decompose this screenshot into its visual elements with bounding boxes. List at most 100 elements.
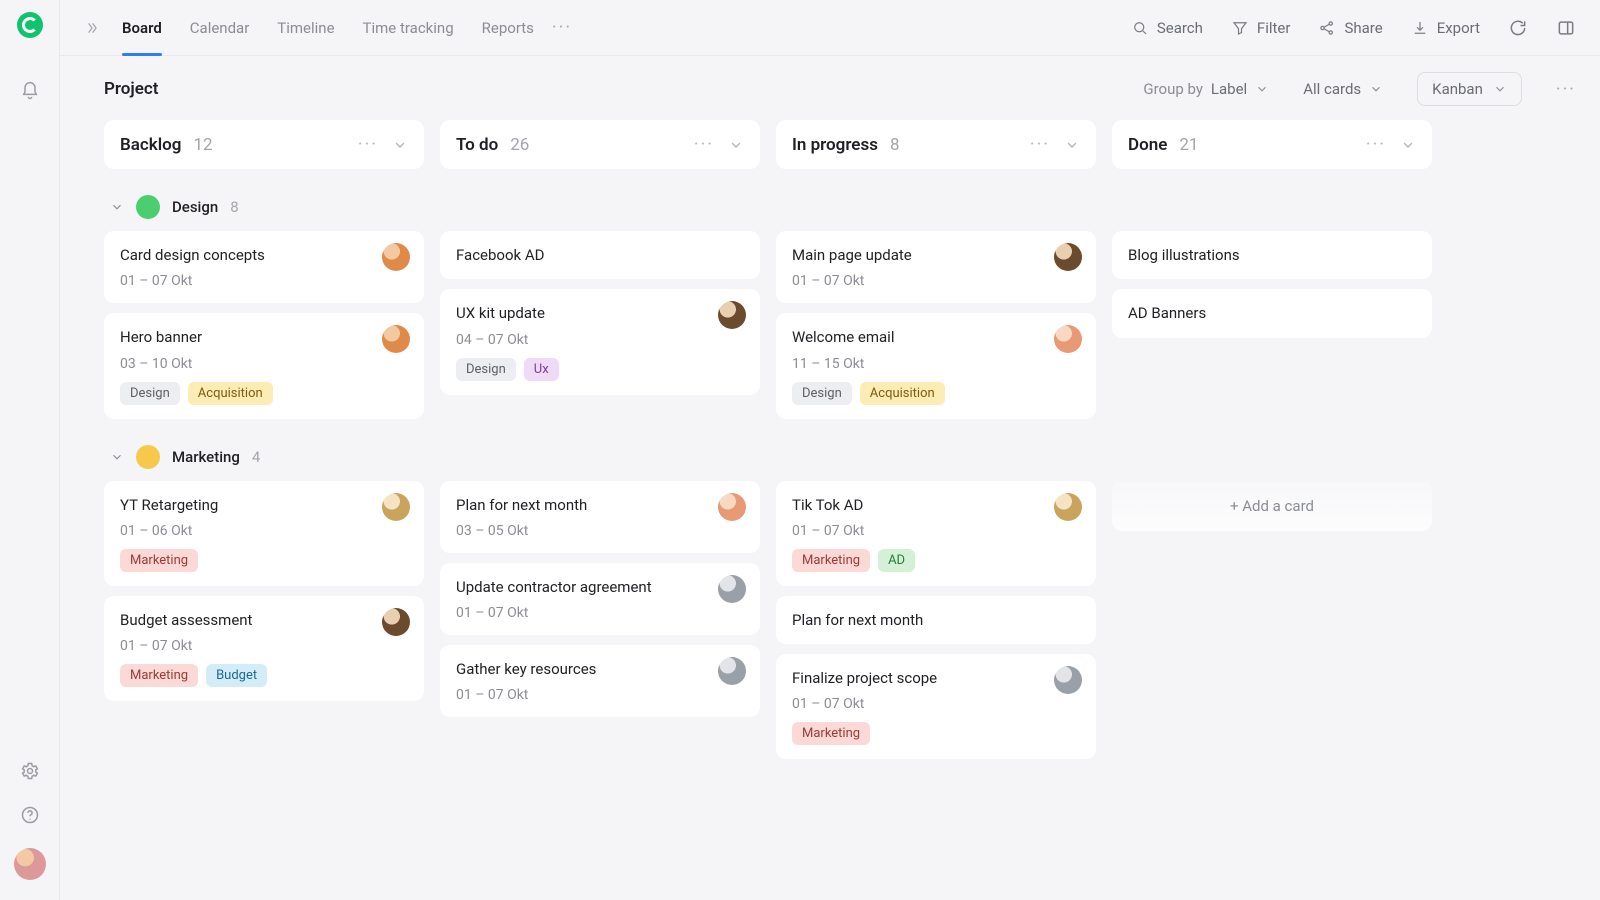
nav-tab-time-tracking[interactable]: Time tracking xyxy=(363,0,454,55)
nav-tab-board[interactable]: Board xyxy=(122,0,162,55)
column-more-icon[interactable]: ··· xyxy=(694,134,714,155)
current-user-avatar[interactable] xyxy=(14,848,46,880)
nav-tabs: Board Calendar Timeline Time tracking Report… xyxy=(122,0,534,55)
kanban-card[interactable]: Budget assessment01 – 07 OktMarketingBud… xyxy=(104,596,424,701)
assignee-avatar[interactable] xyxy=(1054,325,1082,353)
card-tags: MarketingAD xyxy=(792,549,1080,572)
filter-button[interactable]: Filter xyxy=(1231,19,1291,37)
help-icon[interactable] xyxy=(19,804,41,826)
chevron-down-icon[interactable] xyxy=(1400,137,1416,153)
nav-tab-reports[interactable]: Reports xyxy=(482,0,534,55)
kanban-card[interactable]: Tik Tok AD01 – 07 OktMarketingAD xyxy=(776,481,1096,586)
assignee-avatar[interactable] xyxy=(718,301,746,329)
swimlane-grid: YT Retargeting01 – 06 OktMarketingBudget… xyxy=(104,481,1576,760)
tag-chip: Design xyxy=(120,382,180,405)
tag-chip: Acquisition xyxy=(188,382,273,405)
tag-chip: Design xyxy=(456,358,516,381)
kanban-card[interactable]: Gather key resources01 – 07 Okt xyxy=(440,645,760,717)
chevron-down-icon xyxy=(1493,82,1507,96)
kanban-card[interactable]: AD Banners xyxy=(1112,289,1432,337)
kanban-card[interactable]: Plan for next month xyxy=(776,596,1096,644)
card-date: 03 – 10 Okt xyxy=(120,356,408,372)
group-by-selector[interactable]: Group by Label xyxy=(1143,80,1269,98)
card-date: 11 – 15 Okt xyxy=(792,356,1080,372)
card-date: 01 – 07 Okt xyxy=(792,273,1080,289)
tag-chip: Budget xyxy=(206,664,267,687)
swimlane-marketing: Marketing4YT Retargeting01 – 06 OktMarke… xyxy=(104,441,1576,760)
card-title: Plan for next month xyxy=(456,495,744,515)
sidebar-expand-icon[interactable] xyxy=(80,16,104,40)
swimlanes: Design8Card design concepts01 – 07 OktHe… xyxy=(104,191,1576,759)
cards-filter-label: All cards xyxy=(1303,80,1361,98)
card-title: Welcome email xyxy=(792,327,1080,347)
column-more-icon[interactable]: ··· xyxy=(1366,134,1386,155)
column-headers-row: Backlog12···To do26···In progress8···Don… xyxy=(104,120,1576,169)
kanban-card[interactable]: Facebook AD xyxy=(440,231,760,279)
kanban-card[interactable]: Main page update01 – 07 Okt xyxy=(776,231,1096,303)
card-title: Plan for next month xyxy=(792,610,1080,630)
tag-chip: Marketing xyxy=(792,722,870,745)
chevron-down-icon[interactable] xyxy=(110,200,124,214)
assignee-avatar[interactable] xyxy=(1054,493,1082,521)
settings-icon[interactable] xyxy=(19,760,41,782)
assignee-avatar[interactable] xyxy=(382,325,410,353)
export-button[interactable]: Export xyxy=(1411,19,1480,37)
swimlane-header[interactable]: Marketing4 xyxy=(104,441,1576,481)
chevron-down-icon xyxy=(1255,82,1269,96)
column-header-done: Done21··· xyxy=(1112,120,1432,169)
column-more-icon[interactable]: ··· xyxy=(358,134,378,155)
app-logo[interactable] xyxy=(17,12,43,38)
nav-tab-calendar[interactable]: Calendar xyxy=(190,0,250,55)
card-date: 01 – 07 Okt xyxy=(120,638,408,654)
notifications-icon[interactable] xyxy=(19,80,41,102)
add-card-button[interactable]: + Add a card xyxy=(1112,481,1432,531)
chevron-down-icon xyxy=(1369,82,1383,96)
assignee-avatar[interactable] xyxy=(382,493,410,521)
search-button[interactable]: Search xyxy=(1131,19,1203,37)
kanban-card[interactable]: YT Retargeting01 – 06 OktMarketing xyxy=(104,481,424,586)
kanban-card[interactable]: Hero banner03 – 10 OktDesignAcquisition xyxy=(104,313,424,418)
card-date: 01 – 06 Okt xyxy=(120,523,408,539)
column-count: 21 xyxy=(1179,135,1198,155)
kanban-card[interactable]: Card design concepts01 – 07 Okt xyxy=(104,231,424,303)
card-tags: Design Acquisition xyxy=(120,382,408,405)
assignee-avatar[interactable] xyxy=(718,657,746,685)
chevron-down-icon[interactable] xyxy=(728,137,744,153)
kanban-card[interactable]: UX kit update04 – 07 OktDesignUx xyxy=(440,289,760,394)
assignee-avatar[interactable] xyxy=(382,243,410,271)
kanban-card[interactable]: Update contractor agreement01 – 07 Okt xyxy=(440,563,760,635)
kanban-card[interactable]: Plan for next month03 – 05 Okt xyxy=(440,481,760,553)
tag-chip: Marketing xyxy=(792,549,870,572)
card-date: 01 – 07 Okt xyxy=(456,605,744,621)
board-more-icon[interactable]: ··· xyxy=(1556,79,1576,100)
chevron-down-icon[interactable] xyxy=(1064,137,1080,153)
kanban-card[interactable]: Blog illustrations xyxy=(1112,231,1432,279)
swimlane-color-dot xyxy=(136,195,160,219)
assignee-avatar[interactable] xyxy=(718,575,746,603)
column-more-icon[interactable]: ··· xyxy=(1030,134,1050,155)
share-button[interactable]: Share xyxy=(1318,19,1382,37)
card-date: 01 – 07 Okt xyxy=(792,523,1080,539)
swimlane-grid: Card design concepts01 – 07 OktHero bann… xyxy=(104,231,1576,419)
assignee-avatar[interactable] xyxy=(1054,243,1082,271)
assignee-avatar[interactable] xyxy=(718,493,746,521)
panel-toggle-icon[interactable] xyxy=(1556,18,1576,38)
assignee-avatar[interactable] xyxy=(1054,666,1082,694)
kanban-card[interactable]: Welcome email11 – 15 OktDesignAcquisitio… xyxy=(776,313,1096,418)
sidebar xyxy=(0,0,60,900)
board-title: Project xyxy=(104,79,158,99)
swimlane-header[interactable]: Design8 xyxy=(104,191,1576,231)
nav-more-icon[interactable]: ··· xyxy=(552,17,572,38)
chevron-down-icon[interactable] xyxy=(110,450,124,464)
assignee-avatar[interactable] xyxy=(382,608,410,636)
view-mode-selector[interactable]: Kanban xyxy=(1417,72,1522,106)
refresh-icon[interactable] xyxy=(1508,18,1528,38)
search-icon xyxy=(1131,19,1149,37)
nav-tab-timeline[interactable]: Timeline xyxy=(277,0,334,55)
chevron-down-icon[interactable] xyxy=(392,137,408,153)
swimlane-name: Marketing xyxy=(172,448,240,466)
kanban-card[interactable]: Finalize project scope01 – 07 OktMarketi… xyxy=(776,654,1096,759)
cards-filter-selector[interactable]: All cards xyxy=(1303,80,1383,98)
card-date: 01 – 07 Okt xyxy=(120,273,408,289)
column-header-todo: To do26··· xyxy=(440,120,760,169)
